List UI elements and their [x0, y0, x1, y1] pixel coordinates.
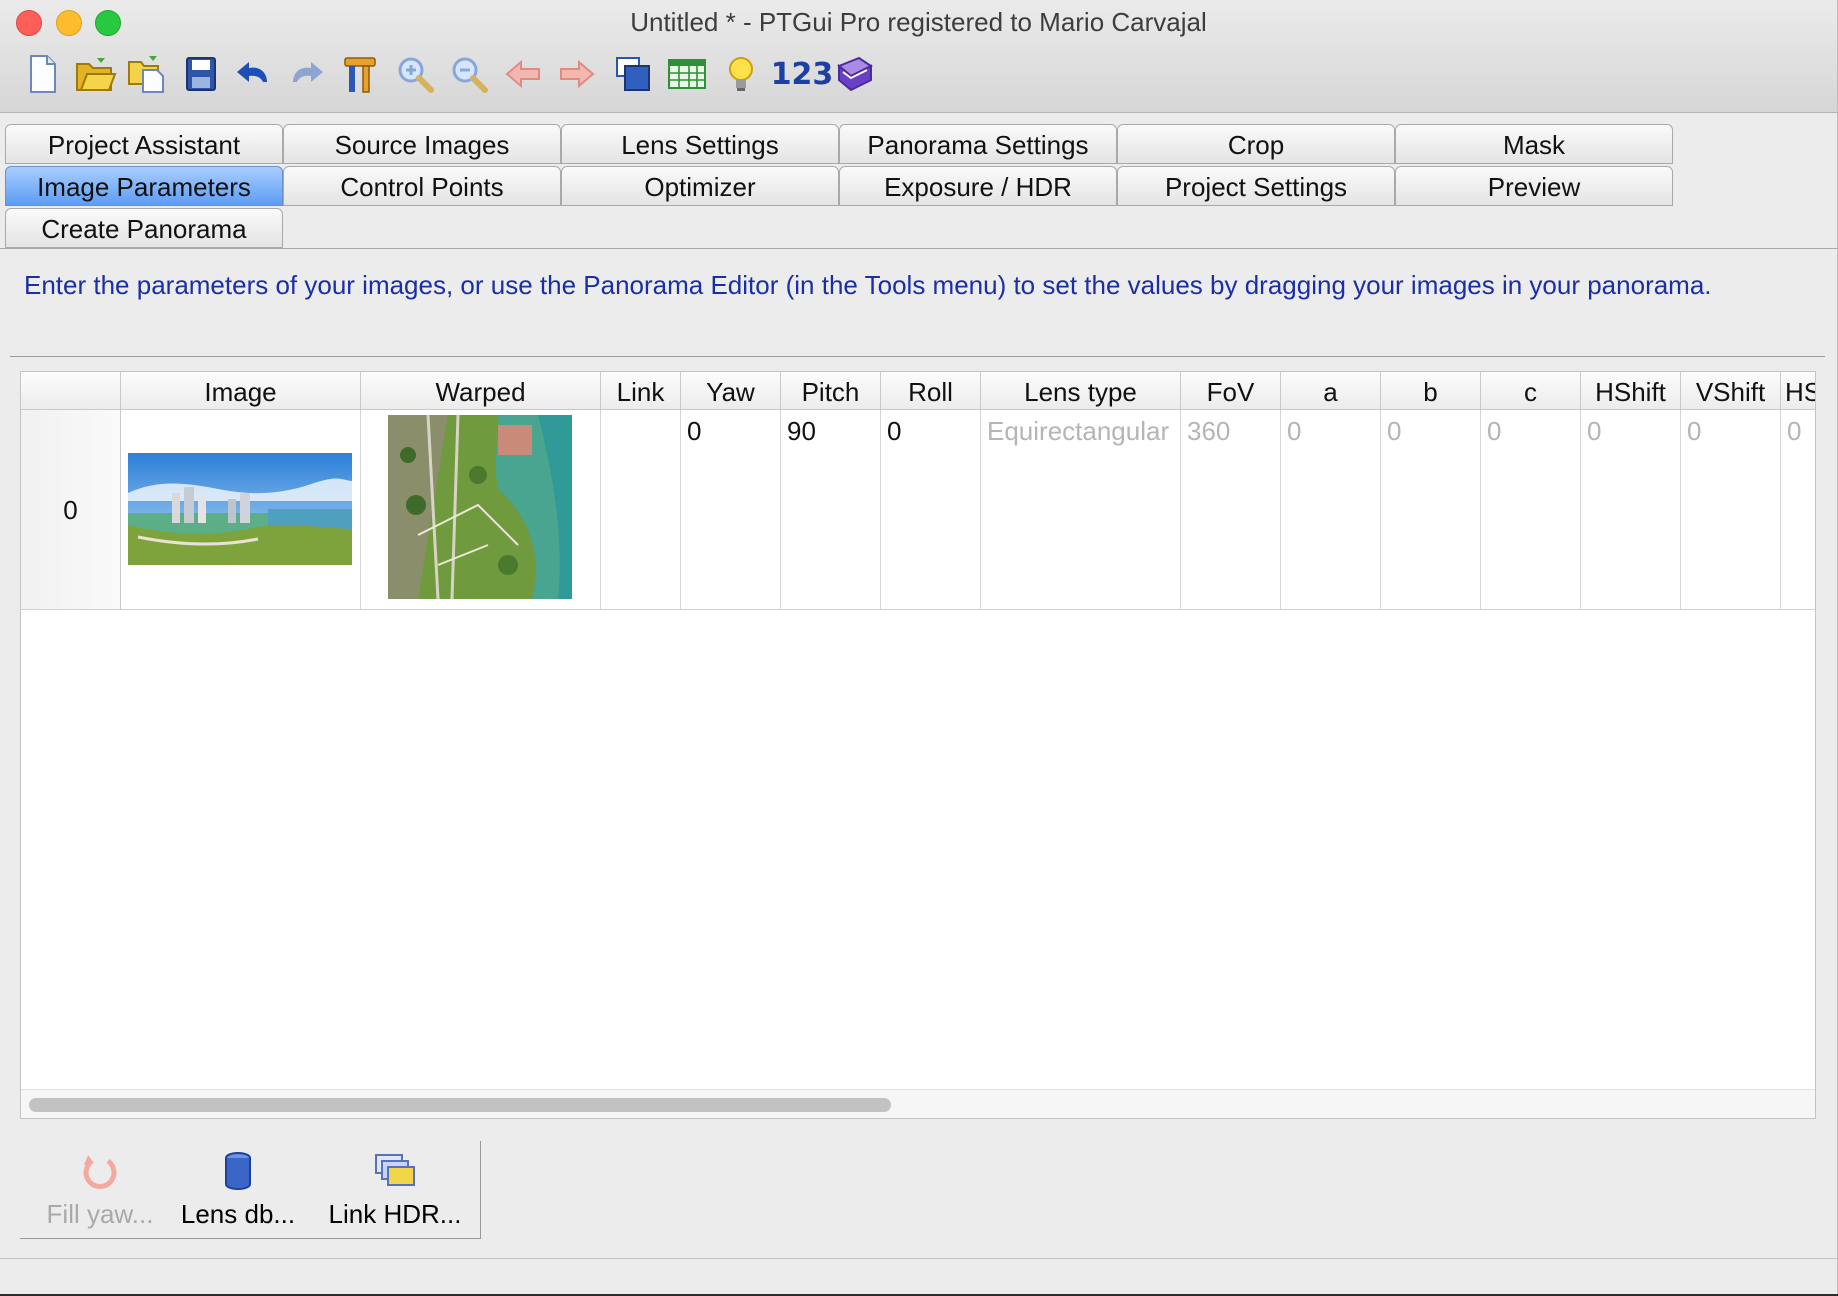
window-title: Untitled * - PTGui Pro registered to Mar…	[630, 7, 1207, 37]
column-header-c[interactable]: c	[1481, 372, 1581, 410]
tab-source-images[interactable]: Source Images	[283, 124, 561, 164]
fill-yaw-button[interactable]: Fill yaw...	[40, 1141, 160, 1238]
lens-type-cell[interactable]: Equirectangular	[981, 410, 1181, 610]
refresh-icon	[40, 1141, 160, 1191]
pitch-cell[interactable]: 90	[781, 410, 881, 610]
link-hdr-label: Link HDR...	[328, 1199, 462, 1229]
title-bar: Untitled * - PTGui Pro registered to Mar…	[0, 0, 1837, 113]
tab-mask[interactable]: Mask	[1395, 124, 1673, 164]
hshift-cell[interactable]: 0	[1581, 410, 1681, 610]
tab-create-panorama[interactable]: Create Panorama	[5, 208, 283, 248]
warped-cell[interactable]	[361, 410, 601, 610]
tab-project-assistant[interactable]: Project Assistant	[5, 124, 283, 164]
back-arrow-icon[interactable]	[500, 50, 546, 98]
grid-corner	[21, 372, 121, 410]
column-header-lens-type[interactable]: Lens type	[981, 372, 1181, 410]
link-cell[interactable]	[601, 410, 681, 610]
column-header-warped[interactable]: Warped	[361, 372, 601, 410]
zoom-out-icon[interactable]	[446, 50, 492, 98]
table-icon[interactable]	[664, 50, 710, 98]
open-recent-icon[interactable]	[124, 50, 170, 98]
status-bar-divider	[0, 1258, 1837, 1259]
panorama-editor-icon[interactable]	[610, 50, 656, 98]
forward-arrow-icon[interactable]	[554, 50, 600, 98]
tab-optimizer[interactable]: Optimizer	[561, 166, 839, 206]
redo-icon[interactable]	[284, 50, 330, 98]
tools-icon[interactable]	[338, 50, 384, 98]
open-folder-icon[interactable]	[72, 50, 118, 98]
tab-panorama-settings[interactable]: Panorama Settings	[839, 124, 1117, 164]
tab-project-settings[interactable]: Project Settings	[1117, 166, 1395, 206]
column-header-hs[interactable]: HS	[1781, 372, 1815, 410]
yaw-cell[interactable]: 0	[681, 410, 781, 610]
a-cell[interactable]: 0	[1281, 410, 1381, 610]
image-cell[interactable]	[121, 410, 361, 610]
fov-cell[interactable]: 360	[1181, 410, 1281, 610]
undo-icon[interactable]	[230, 50, 276, 98]
tab-divider	[0, 248, 1837, 249]
tab-exposure-hdr[interactable]: Exposure / HDR	[839, 166, 1117, 206]
link-hdr-icon	[320, 1141, 470, 1191]
c-cell[interactable]: 0	[1481, 410, 1581, 610]
vshift-cell[interactable]: 0	[1681, 410, 1781, 610]
tab-control-points[interactable]: Control Points	[283, 166, 561, 206]
tab-crop[interactable]: Crop	[1117, 124, 1395, 164]
horizontal-scrollbar[interactable]	[21, 1089, 1815, 1118]
column-header-a[interactable]: a	[1281, 372, 1381, 410]
lens-db-label: Lens db...	[180, 1199, 296, 1229]
lightbulb-icon[interactable]	[718, 50, 764, 98]
column-header-yaw[interactable]: Yaw	[681, 372, 781, 410]
image-parameters-grid[interactable]: Image Warped Link Yaw Pitch Roll Lens ty…	[20, 371, 1816, 1119]
tab-lens-settings[interactable]: Lens Settings	[561, 124, 839, 164]
source-image-thumbnail	[128, 453, 352, 565]
table-row[interactable]: 0 90 0 Equirectangular 360 0 0 0 0 0 0	[21, 410, 1815, 610]
instructions-text: Enter the parameters of your images, or …	[24, 270, 1712, 300]
tab-preview[interactable]: Preview	[1395, 166, 1673, 206]
column-header-fov[interactable]: FoV	[1181, 372, 1281, 410]
help-book-icon[interactable]	[832, 50, 878, 98]
divider	[10, 356, 1825, 357]
column-header-roll[interactable]: Roll	[881, 372, 981, 410]
column-header-pitch[interactable]: Pitch	[781, 372, 881, 410]
column-header-link[interactable]: Link	[601, 372, 681, 410]
save-icon[interactable]	[178, 50, 224, 98]
roll-cell[interactable]: 0	[881, 410, 981, 610]
column-header-image[interactable]: Image	[121, 372, 361, 410]
numbers-icon[interactable]: 123	[770, 50, 834, 98]
action-panel: Fill yaw... Lens db... Link HDR...	[20, 1141, 481, 1239]
warped-image-thumbnail	[388, 415, 572, 599]
fill-yaw-label: Fill yaw...	[46, 1199, 154, 1229]
b-cell[interactable]: 0	[1381, 410, 1481, 610]
column-header-vshift[interactable]: VShift	[1681, 372, 1781, 410]
new-document-icon[interactable]	[20, 50, 66, 98]
tab-image-parameters[interactable]: Image Parameters	[5, 166, 283, 206]
ptgui-window: Untitled * - PTGui Pro registered to Mar…	[0, 0, 1838, 1294]
database-icon	[178, 1141, 298, 1191]
hs-cell[interactable]: 0	[1781, 410, 1815, 610]
lens-db-button[interactable]: Lens db...	[178, 1141, 298, 1238]
column-header-hshift[interactable]: HShift	[1581, 372, 1681, 410]
column-header-b[interactable]: b	[1381, 372, 1481, 410]
link-hdr-button[interactable]: Link HDR...	[320, 1141, 470, 1238]
zoom-in-icon[interactable]	[392, 50, 438, 98]
scrollbar-thumb[interactable]	[29, 1098, 891, 1112]
